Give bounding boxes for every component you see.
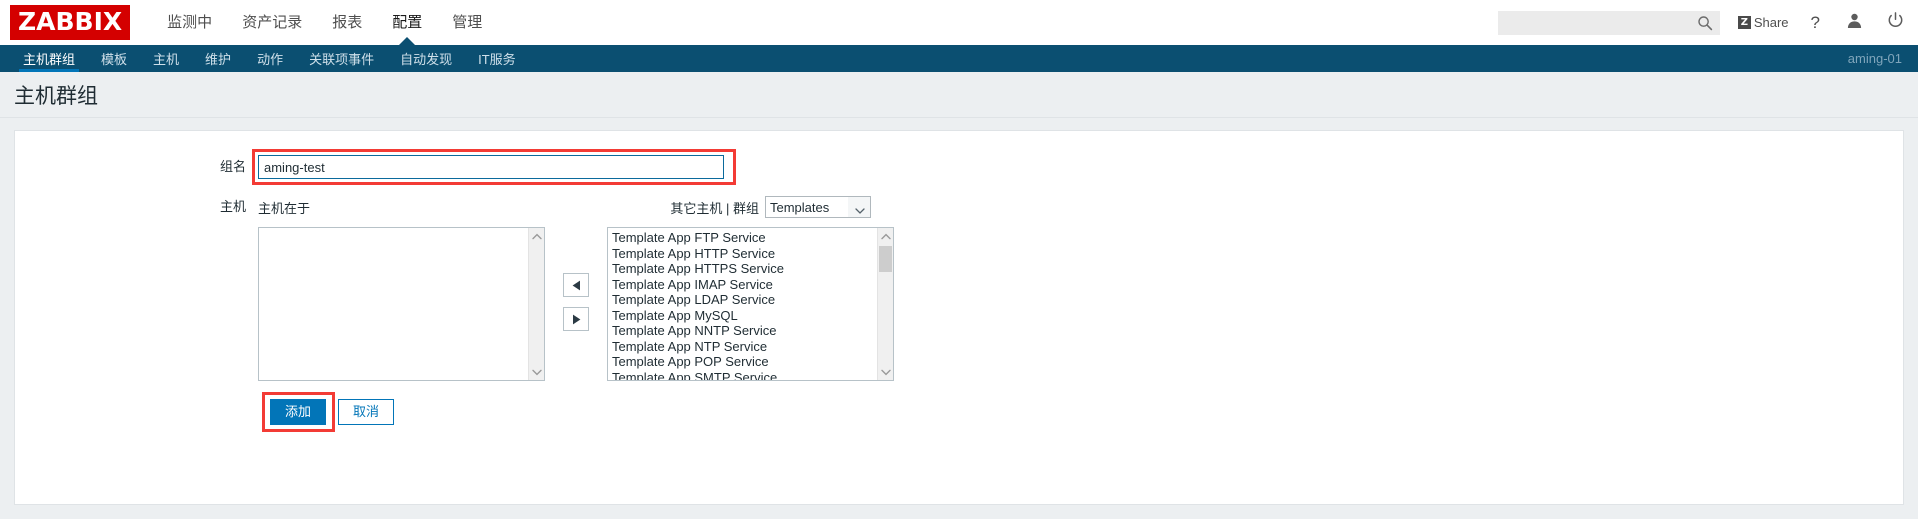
header-right-tools: Z Share ? xyxy=(1497,0,1918,45)
sub-nav-item-it-services[interactable]: IT服务 xyxy=(465,45,529,72)
group-select-wrap: Templates xyxy=(765,196,871,218)
page-title: 主机群组 xyxy=(14,84,98,108)
triangle-right-icon xyxy=(572,314,580,324)
cancel-button[interactable]: 取消 xyxy=(338,399,395,425)
list-item[interactable]: Template App POP Service xyxy=(608,354,877,370)
page-title-bar: 主机群组 xyxy=(0,72,1918,118)
group-filter-select[interactable]: Templates xyxy=(765,196,871,218)
main-nav-item-monitoring[interactable]: 监测中 xyxy=(152,0,227,45)
list-item[interactable]: Template App NNTP Service xyxy=(608,323,877,339)
left-list-scrollbar[interactable] xyxy=(528,228,544,380)
scroll-down-icon-left[interactable] xyxy=(529,364,544,380)
other-hosts-listbox[interactable]: Template App FTP Service Template App HT… xyxy=(607,227,894,381)
share-icon: Z xyxy=(1737,16,1751,29)
dual-list: Template App FTP Service Template App HT… xyxy=(258,227,894,381)
dual-list-captions: 主机在于 其它主机 | 群组 Templates xyxy=(258,195,871,219)
form-actions: 添加 取消 xyxy=(15,392,1903,432)
sub-nav-item-templates[interactable]: 模板 xyxy=(88,45,140,72)
list-item[interactable]: Template App HTTP Service xyxy=(608,246,877,262)
main-nav-item-administration[interactable]: 管理 xyxy=(437,0,497,45)
main-nav-item-configuration[interactable]: 配置 xyxy=(377,0,437,45)
current-user-label: aming-01 xyxy=(1847,51,1902,66)
list-item[interactable]: Template App IMAP Service xyxy=(608,277,877,293)
hosts-dual-list-container: 主机在于 其它主机 | 群组 Templates Template App FT… xyxy=(258,195,894,381)
hosts-in-group-items xyxy=(259,228,528,380)
scroll-up-icon-right[interactable] xyxy=(878,228,893,244)
triangle-left-icon xyxy=(572,280,580,290)
group-name-input[interactable] xyxy=(258,155,724,179)
host-group-form: 组名 主机 主机在于 其它主机 | 群组 Templates xyxy=(14,130,1904,505)
other-hosts-items: Template App FTP Service Template App HT… xyxy=(608,228,877,380)
sub-nav-item-maintenance[interactable]: 维护 xyxy=(192,45,244,72)
list-item[interactable]: Template App SMTP Service xyxy=(608,370,877,381)
hosts-in-group-listbox[interactable] xyxy=(258,227,545,381)
add-button[interactable]: 添加 xyxy=(270,399,327,425)
share-label: Share xyxy=(1753,15,1789,30)
submit-button-holder: 添加 xyxy=(262,392,335,432)
list-item[interactable]: Template App FTP Service xyxy=(608,230,877,246)
sub-nav-item-discovery[interactable]: 自动发现 xyxy=(387,45,465,72)
move-right-button[interactable] xyxy=(563,307,589,331)
main-nav-item-inventory[interactable]: 资产记录 xyxy=(227,0,317,45)
in-group-caption: 主机在于 xyxy=(258,200,311,216)
sub-navigation: 主机群组 模板 主机 维护 动作 关联项事件 自动发现 IT服务 aming-0… xyxy=(0,45,1918,72)
list-item[interactable]: Template App HTTPS Service xyxy=(608,261,877,277)
search-input[interactable] xyxy=(1497,10,1720,35)
search-box[interactable] xyxy=(1497,10,1720,35)
other-hosts-caption: 其它主机 | 群组 xyxy=(670,200,759,216)
sub-nav-item-hosts[interactable]: 主机 xyxy=(140,45,192,72)
move-left-button[interactable] xyxy=(563,273,589,297)
sign-out-icon[interactable] xyxy=(1887,11,1904,34)
group-name-field-holder xyxy=(252,149,736,185)
main-nav-item-reports[interactable]: 报表 xyxy=(317,0,377,45)
sub-nav-item-host-groups[interactable]: 主机群组 xyxy=(10,45,88,72)
user-profile-icon[interactable] xyxy=(1846,12,1863,34)
hosts-label: 主机 xyxy=(219,199,246,214)
zabbix-logo[interactable]: ZABBIX xyxy=(10,5,131,40)
right-list-scrollbar[interactable] xyxy=(877,228,893,380)
scroll-up-icon-left[interactable] xyxy=(529,228,544,244)
group-name-row: 组名 xyxy=(15,149,1903,185)
content-area: 组名 主机 主机在于 其它主机 | 群组 Templates xyxy=(0,118,1918,519)
scroll-down-icon-right[interactable] xyxy=(878,364,893,380)
sub-nav-item-event-correlation[interactable]: 关联项事件 xyxy=(296,45,387,72)
hosts-row: 主机 主机在于 其它主机 | 群组 Templates Template App… xyxy=(15,195,1903,381)
right-scroll-thumb[interactable] xyxy=(879,246,892,272)
help-icon[interactable]: ? xyxy=(1811,13,1820,33)
transfer-buttons xyxy=(563,227,589,331)
group-name-label: 组名 xyxy=(219,159,246,174)
list-item[interactable]: Template App MySQL xyxy=(608,308,877,324)
share-button[interactable]: Z Share xyxy=(1737,15,1789,30)
list-item[interactable]: Template App NTP Service xyxy=(608,339,877,355)
top-header: ZABBIX 监测中 资产记录 报表 配置 管理 Z Share ? xyxy=(0,0,1918,45)
sub-nav-item-actions[interactable]: 动作 xyxy=(244,45,296,72)
other-hosts-caption-group: 其它主机 | 群组 Templates xyxy=(670,196,871,218)
list-item[interactable]: Template App LDAP Service xyxy=(608,292,877,308)
main-navigation: 监测中 资产记录 报表 配置 管理 xyxy=(152,0,497,45)
